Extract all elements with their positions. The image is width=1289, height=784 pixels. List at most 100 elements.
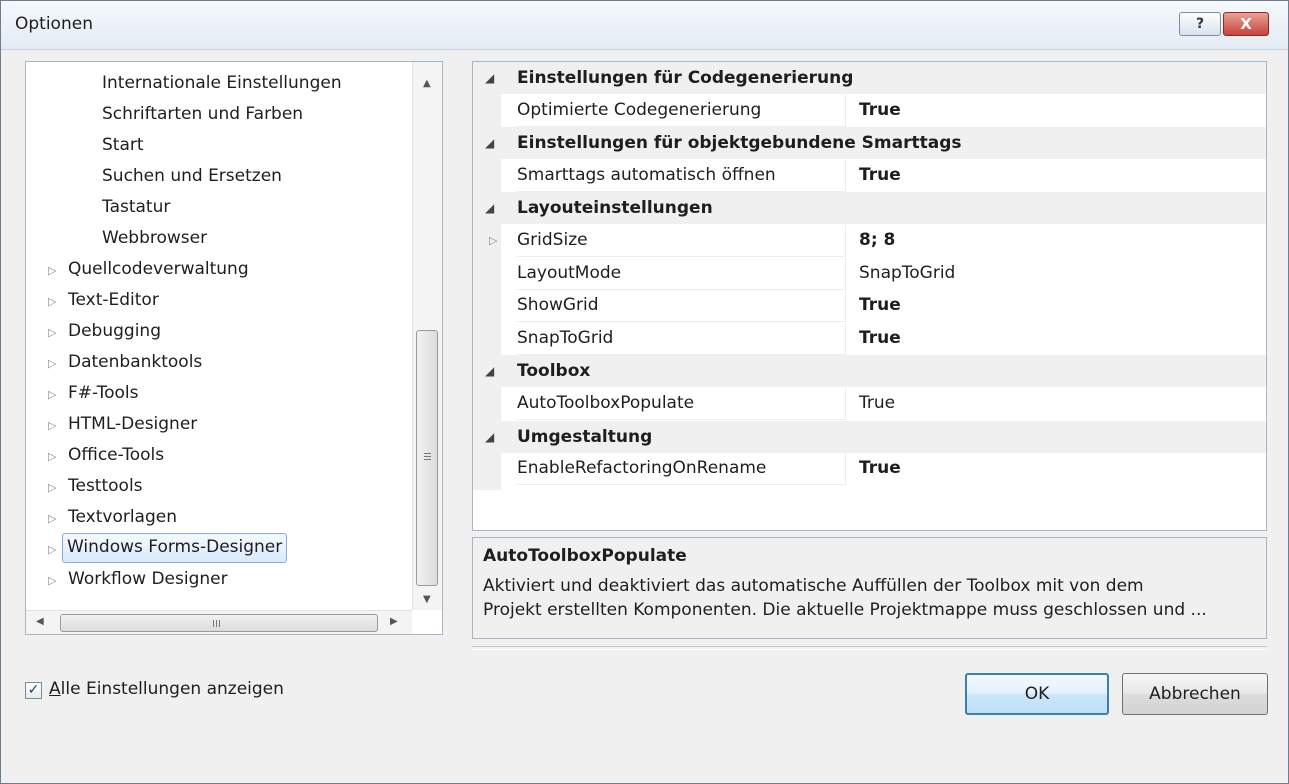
description-text: Aktiviert und deaktiviert das automatisc…	[483, 574, 1253, 622]
property-row[interactable]: SnapToGrid True	[473, 322, 1266, 355]
grip-line	[219, 620, 220, 627]
tree-item[interactable]: Workflow Designer	[68, 565, 228, 593]
window-title: Optionen	[15, 14, 93, 34]
expand-arrow-icon[interactable]: ▷	[48, 450, 58, 464]
scroll-right-icon[interactable]: ▶	[390, 616, 398, 627]
description-pane: AutoToolboxPopulate Aktiviert und deakti…	[472, 537, 1267, 639]
tree-vertical-scrollbar[interactable]: ▲ ▼	[412, 62, 442, 610]
category-row[interactable]: ◢ Toolbox	[473, 355, 1266, 388]
property-name[interactable]: Smarttags automatisch öffnen	[517, 159, 846, 192]
property-name[interactable]: GridSize	[517, 225, 846, 257]
collapse-arrow-icon[interactable]: ◢	[485, 127, 494, 159]
vertical-scroll-thumb[interactable]	[416, 330, 438, 586]
tree-item[interactable]: Schriftarten und Farben	[102, 100, 303, 128]
options-dialog: Optionen ? X Internationale Einstellunge…	[0, 0, 1289, 784]
description-line: Projekt erstellten Komponenten. Die aktu…	[483, 600, 1207, 620]
expand-arrow-icon[interactable]: ▷	[48, 543, 58, 557]
tree-item[interactable]: HTML-Designer	[68, 410, 197, 438]
collapse-arrow-icon[interactable]: ◢	[485, 192, 494, 224]
checkmark-icon: ✓	[27, 682, 40, 698]
property-name[interactable]: ShowGrid	[517, 290, 846, 323]
expand-arrow-icon[interactable]: ▷	[48, 574, 58, 588]
expand-arrow-icon[interactable]: ▷	[48, 357, 58, 371]
cancel-button[interactable]: Abbrechen	[1122, 673, 1268, 715]
expand-arrow-icon[interactable]: ▷	[489, 225, 497, 256]
tree-item[interactable]: F#-Tools	[68, 379, 138, 407]
property-row[interactable]: ShowGrid True	[473, 290, 1266, 323]
property-row[interactable]: Optimierte Codegenerierung True	[473, 94, 1266, 127]
property-name[interactable]: LayoutMode	[517, 257, 846, 290]
category-label: Layouteinstellungen	[517, 198, 713, 219]
category-row[interactable]: ◢ Einstellungen für Codegenerierung	[473, 62, 1266, 94]
category-label: Umgestaltung	[517, 426, 653, 447]
category-row[interactable]: ◢ Umgestaltung	[473, 420, 1266, 453]
property-name[interactable]: Optimierte Codegenerierung	[517, 94, 846, 127]
expand-arrow-icon[interactable]: ▷	[48, 264, 58, 278]
grip-line	[424, 456, 431, 457]
collapse-arrow-icon[interactable]: ◢	[485, 355, 494, 387]
property-row[interactable]: AutoToolboxPopulate True	[473, 388, 1266, 420]
category-label: Toolbox	[517, 361, 591, 382]
property-name[interactable]: EnableRefactoringOnRename	[517, 453, 846, 486]
expand-arrow-icon[interactable]: ▷	[48, 295, 58, 309]
tree-item[interactable]: Webbrowser	[102, 224, 207, 252]
separator	[472, 646, 1267, 650]
category-label: Einstellungen für objektgebundene Smartt…	[517, 133, 962, 154]
expand-arrow-icon[interactable]: ▷	[48, 388, 58, 402]
category-label: Einstellungen für Codegenerierung	[517, 68, 854, 88]
scroll-down-icon[interactable]: ▼	[423, 594, 431, 605]
property-value[interactable]: True	[859, 453, 901, 484]
tree-item[interactable]: Office-Tools	[68, 441, 164, 469]
property-name[interactable]: AutoToolboxPopulate	[517, 388, 846, 420]
tree-item[interactable]: Quellcodeverwaltung	[68, 255, 249, 283]
property-value[interactable]: SnapToGrid	[859, 258, 955, 289]
grip-line	[424, 459, 431, 460]
scroll-left-icon[interactable]: ◀	[36, 616, 44, 627]
tree-item[interactable]: Tastatur	[102, 193, 170, 221]
close-button[interactable]: X	[1223, 12, 1269, 36]
expand-arrow-icon[interactable]: ▷	[48, 481, 58, 495]
expand-arrow-icon[interactable]: ▷	[48, 326, 58, 340]
property-value[interactable]: 8; 8	[859, 225, 895, 256]
ok-button[interactable]: OK	[965, 673, 1109, 715]
expand-arrow-icon[interactable]: ▷	[48, 512, 58, 526]
close-icon: X	[1240, 15, 1252, 33]
category-row[interactable]: ◢ Layouteinstellungen	[473, 192, 1266, 225]
grip-line	[424, 453, 431, 454]
help-button[interactable]: ?	[1179, 12, 1221, 36]
property-row[interactable]: EnableRefactoringOnRename True	[473, 453, 1266, 486]
tree-item[interactable]: Datenbanktools	[68, 348, 202, 376]
tree-item[interactable]: Testtools	[68, 472, 143, 500]
property-value[interactable]: True	[859, 95, 901, 126]
tree-item[interactable]: Internationale Einstellungen	[102, 69, 342, 97]
grip-line	[216, 620, 217, 627]
tree-item[interactable]: Suchen und Ersetzen	[102, 162, 282, 190]
collapse-arrow-icon[interactable]: ◢	[485, 62, 494, 94]
options-tree[interactable]: Internationale Einstellungen Schriftarten…	[25, 61, 443, 635]
tree-item[interactable]: Windows Forms-Designer	[62, 533, 288, 563]
property-value[interactable]: True	[859, 290, 901, 321]
show-all-checkbox[interactable]: ✓	[25, 682, 42, 699]
property-value[interactable]: True	[859, 160, 901, 191]
property-row[interactable]: LayoutMode SnapToGrid	[473, 257, 1266, 290]
category-row[interactable]: ◢ Einstellungen für objektgebundene Smart…	[473, 127, 1266, 160]
tree-item[interactable]: Text-Editor	[68, 286, 159, 314]
property-grid[interactable]: ◢ Einstellungen für Codegenerierung Optimi…	[472, 61, 1267, 531]
horizontal-scroll-thumb[interactable]	[60, 614, 378, 632]
property-value[interactable]: True	[859, 388, 895, 419]
collapse-arrow-icon[interactable]: ◢	[485, 421, 494, 453]
property-row[interactable]: ▷ GridSize 8; 8	[473, 225, 1266, 257]
property-value[interactable]: True	[859, 323, 901, 354]
tree-horizontal-scrollbar[interactable]: ◀ ▶	[26, 610, 412, 634]
title-bar: Optionen ? X	[1, 1, 1288, 50]
tree-item[interactable]: Start	[102, 131, 144, 159]
description-line: Aktiviert und deaktiviert das automatisc…	[483, 576, 1144, 596]
property-row[interactable]: Smarttags automatisch öffnen True	[473, 159, 1266, 192]
expand-arrow-icon[interactable]: ▷	[48, 419, 58, 433]
show-all-label[interactable]: Alle Einstellungen anzeigen	[49, 679, 284, 699]
grip-line	[213, 620, 214, 627]
property-name[interactable]: SnapToGrid	[517, 322, 846, 355]
scroll-up-icon[interactable]: ▲	[423, 78, 431, 89]
tree-item[interactable]: Debugging	[68, 317, 161, 345]
tree-item[interactable]: Textvorlagen	[68, 503, 177, 531]
